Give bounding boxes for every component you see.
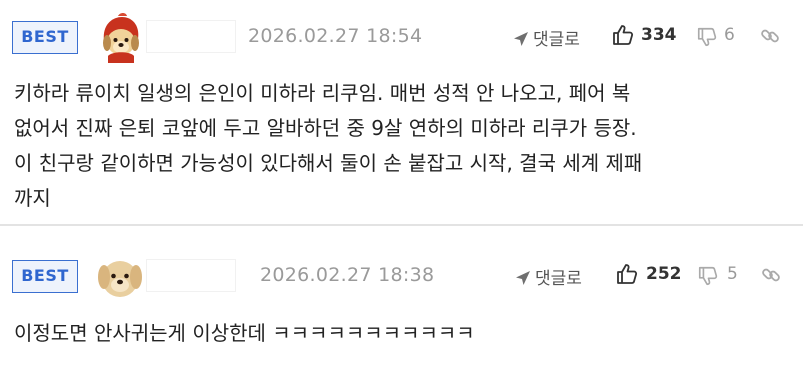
link-icon <box>761 29 779 43</box>
comment-item: BEST 2026.02.27 18:38 댓글로 252 5 이정도면 안사귀… <box>0 224 803 383</box>
comment-header: BEST 2026.02.27 18:38 댓글로 252 5 <box>0 224 803 297</box>
thumbs-down-icon <box>698 266 718 286</box>
comment-body: 이정도면 안사귀는게 이상한데 ㅋㅋㅋㅋㅋㅋㅋㅋㅋㅋㅋ <box>14 321 475 345</box>
dislike-button[interactable] <box>696 26 718 52</box>
like-button[interactable] <box>615 262 639 290</box>
comment-header: BEST 2026.02.27 18:54 댓글로 334 6 <box>0 0 803 70</box>
thumbs-down-icon <box>697 27 717 47</box>
puppy-avatar-icon <box>98 261 142 297</box>
dislike-count: 5 <box>727 264 738 284</box>
comment-date: 2026.02.27 18:54 <box>248 25 423 47</box>
share-link-button[interactable] <box>760 26 780 50</box>
thumbs-up-icon <box>613 25 634 45</box>
nickname-redacted <box>146 20 236 53</box>
reply-button[interactable]: 댓글로 <box>513 25 580 50</box>
best-badge: BEST <box>12 260 78 293</box>
share-link-button[interactable] <box>761 265 781 289</box>
comment-item: BEST 2026.02.27 18:54 댓글로 334 6 키하라 류이치 … <box>0 0 803 224</box>
reply-button[interactable]: 댓글로 <box>515 264 582 289</box>
comment-date: 2026.02.27 18:38 <box>260 264 435 286</box>
avatar[interactable] <box>94 11 146 63</box>
like-count: 334 <box>641 25 677 45</box>
best-badge: BEST <box>12 21 78 54</box>
paper-plane-icon <box>516 271 530 285</box>
nickname-redacted <box>146 259 236 292</box>
avatar[interactable] <box>94 251 146 303</box>
like-count: 252 <box>646 264 682 284</box>
reply-label: 댓글로 <box>533 30 580 50</box>
dislike-count: 6 <box>724 25 735 45</box>
link-icon <box>762 268 780 282</box>
dislike-button[interactable] <box>697 265 719 291</box>
red-hooded-dog-avatar-icon <box>103 13 139 63</box>
paper-plane-icon <box>514 32 528 46</box>
comment-body: 키하라 류이치 일생의 은인이 미하라 리쿠임. 매번 성적 안 나오고, 페어… <box>14 81 643 210</box>
like-button[interactable] <box>611 23 635 51</box>
reply-label: 댓글로 <box>535 269 582 289</box>
thumbs-up-icon <box>617 264 638 284</box>
